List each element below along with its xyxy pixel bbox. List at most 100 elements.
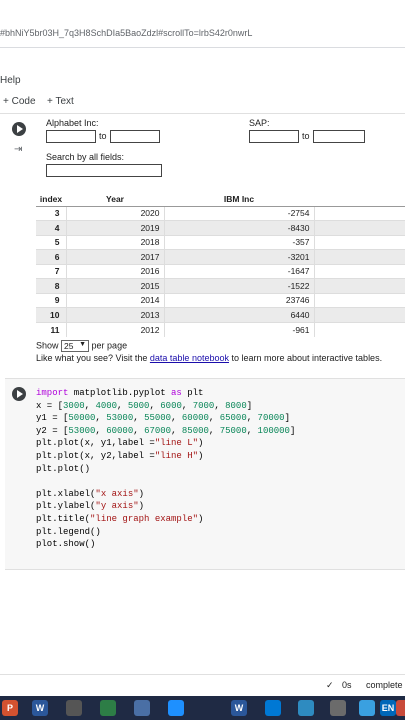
cell-year: 2013: [65, 307, 164, 322]
code-line[interactable]: plt.legend(): [36, 526, 295, 539]
table-row[interactable]: 4 2019 -8430: [36, 220, 405, 235]
cell-year: 2015: [65, 278, 164, 293]
cell-ibm: -8430: [163, 220, 314, 235]
add-code-button[interactable]: + Code: [3, 96, 36, 107]
cell-year: 2016: [65, 263, 164, 279]
exec-time: 0s: [342, 680, 352, 690]
taskbar-app-icon[interactable]: [134, 700, 150, 716]
menu-help[interactable]: Help: [0, 75, 21, 86]
cell-index: 7: [36, 263, 66, 279]
taskbar-app-icon[interactable]: EN: [380, 700, 396, 716]
cell-empty: [313, 220, 405, 235]
cell-year: 2019: [65, 220, 164, 235]
menu-bar: Help: [0, 48, 405, 90]
cell-index: 3: [36, 205, 66, 221]
table-row[interactable]: 11 2012 -961: [36, 321, 405, 337]
taskbar-app-icon[interactable]: [100, 700, 116, 716]
code-line[interactable]: plt.title("line graph example"): [36, 513, 295, 526]
run-cell-icon[interactable]: [12, 387, 26, 401]
cell-empty: [313, 249, 405, 264]
code-line[interactable]: y1 = [50000, 53000, 55000, 60000, 65000,…: [36, 412, 295, 425]
code-line[interactable]: import matplotlib.pyplot as plt: [36, 387, 295, 400]
cell-year: 2017: [65, 249, 164, 264]
taskbar-app-icon[interactable]: W: [231, 700, 247, 716]
table-row[interactable]: 3 2020 -2754: [36, 205, 405, 221]
windows-taskbar: P W W EN: [0, 696, 405, 720]
cell-index: 5: [36, 234, 66, 250]
taskbar-app-icon[interactable]: [396, 700, 405, 716]
per-page-value: 25: [64, 341, 74, 351]
taskbar-app-icon[interactable]: [330, 700, 346, 716]
code-line[interactable]: plt.xlabel("x axis"): [36, 488, 295, 501]
table-row[interactable]: 7 2016 -1647: [36, 263, 405, 279]
taskbar-app-icon[interactable]: W: [32, 700, 48, 716]
header-year[interactable]: Year: [66, 193, 164, 207]
taskbar-app-icon[interactable]: [298, 700, 314, 716]
sap-min-input[interactable]: [249, 130, 299, 143]
code-line[interactable]: y2 = [53000, 60000, 67000, 85000, 75000,…: [36, 425, 295, 438]
taskbar-app-icon[interactable]: P: [2, 700, 18, 716]
cell-ibm: -1647: [163, 263, 314, 279]
header-ibm[interactable]: IBM Inc: [164, 193, 314, 207]
url-text[interactable]: #bhNiY5br03H_7q3H8SchDIa5BaoZdzl#scrollT…: [0, 28, 252, 38]
promo-prefix: Like what you see? Visit the: [36, 353, 150, 363]
cell-index: 8: [36, 278, 66, 293]
code-line[interactable]: x = [3000, 4000, 5000, 6000, 7000, 8000]: [36, 400, 295, 413]
alphabet-min-input[interactable]: [46, 130, 96, 143]
code-line[interactable]: plt.ylabel("y axis"): [36, 500, 295, 513]
cell-empty: [313, 307, 405, 322]
table-row[interactable]: 10 2013 6440: [36, 307, 405, 322]
cell-year: 2018: [65, 234, 164, 250]
per-page-select[interactable]: 25 ▼: [61, 340, 90, 352]
sap-filter-label: SAP:: [249, 118, 270, 128]
status-bar: ✓ 0s complete: [0, 674, 405, 696]
code-line[interactable]: plt.plot(): [36, 463, 295, 476]
cell-index: 10: [36, 307, 66, 322]
taskbar-app-icon[interactable]: [66, 700, 82, 716]
table-row[interactable]: 8 2015 -1522: [36, 278, 405, 293]
code-line[interactable]: plt.plot(x, y2,label ="line H"): [36, 450, 295, 463]
per-page-label: per page: [91, 340, 128, 351]
cell-empty: [313, 321, 405, 337]
run-cell-icon[interactable]: [12, 122, 26, 136]
code-line[interactable]: plt.plot(x, y1,label ="line L"): [36, 437, 295, 450]
output-toggle-icon[interactable]: ⇥: [14, 144, 22, 155]
code-editor[interactable]: import matplotlib.pyplot as plt x = [3000…: [36, 387, 295, 551]
taskbar-app-icon[interactable]: [168, 700, 184, 716]
header-index[interactable]: index: [36, 193, 66, 207]
browser-address-bar[interactable]: #bhNiY5br03H_7q3H8SchDIa5BaoZdzl#scrollT…: [0, 0, 405, 48]
table-row[interactable]: 9 2014 23746: [36, 292, 405, 308]
chevron-down-icon: ▼: [79, 341, 87, 348]
search-input[interactable]: [46, 164, 162, 177]
data-table-notebook-link[interactable]: data table notebook: [150, 353, 229, 363]
cell-ibm: -2754: [163, 205, 314, 221]
taskbar-app-icon[interactable]: [359, 700, 375, 716]
sap-max-input[interactable]: [313, 130, 365, 143]
cell-empty: [313, 292, 405, 308]
cell-index: 11: [36, 321, 66, 337]
table-row[interactable]: 5 2018 -357: [36, 234, 405, 250]
check-icon: ✓: [326, 680, 334, 690]
notebook-toolbar: + Code + Text: [0, 90, 405, 114]
code-cell[interactable]: import matplotlib.pyplot as plt x = [3000…: [5, 378, 405, 570]
add-text-button[interactable]: + Text: [47, 96, 74, 107]
cell-year: 2020: [65, 205, 164, 221]
cell-empty: [313, 205, 405, 221]
alphabet-max-input[interactable]: [110, 130, 160, 143]
cell-ibm: 6440: [163, 307, 314, 322]
table-filters: Alphabet Inc: to SAP: to Search by all f…: [36, 114, 405, 190]
taskbar-app-icon[interactable]: [265, 700, 281, 716]
cell-index: 4: [36, 220, 66, 235]
promo-suffix: to learn more about interactive tables.: [228, 353, 383, 363]
cell-index: 6: [36, 249, 66, 264]
table-row[interactable]: 6 2017 -3201: [36, 249, 405, 264]
cell-ibm: -3201: [163, 249, 314, 264]
to-label: to: [99, 131, 107, 141]
pager: Show 25 ▼ per page: [36, 340, 127, 352]
cell-ibm: -1522: [163, 278, 314, 293]
code-line[interactable]: [36, 475, 295, 488]
code-line[interactable]: plot.show(): [36, 538, 295, 551]
show-label: Show: [36, 340, 59, 351]
cell-year: 2012: [65, 321, 164, 337]
header-extra: [314, 193, 405, 207]
